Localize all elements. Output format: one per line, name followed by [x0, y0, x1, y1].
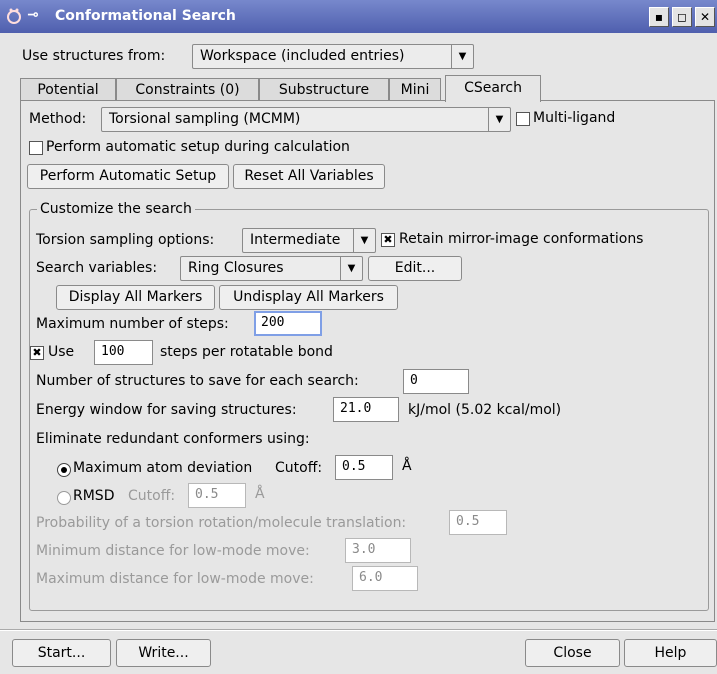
retain-mirror-label: Retain mirror-image conformations	[399, 231, 644, 247]
window-title: Conformational Search	[55, 8, 236, 24]
rmsd-radio[interactable]	[57, 491, 71, 505]
search-variables-value: Ring Closures	[188, 260, 284, 276]
perform-automatic-setup-button[interactable]: Perform Automatic Setup	[27, 164, 229, 189]
chevron-down-icon: ▼	[353, 229, 375, 252]
start-button[interactable]: Start...	[12, 639, 111, 667]
num-structures-label: Number of structures to save for each se…	[36, 373, 359, 389]
retain-mirror-checkbox[interactable]: ✖	[381, 233, 395, 247]
num-structures-input[interactable]: 0	[403, 369, 469, 394]
angstrom-unit: Å	[402, 458, 412, 474]
max-steps-label: Maximum number of steps:	[36, 316, 229, 332]
rmsd-angstrom-unit: Å	[255, 486, 265, 502]
steps-per-bond-label: steps per rotatable bond	[160, 344, 333, 360]
use-structures-value: Workspace (included entries)	[200, 48, 405, 64]
energy-units-label: kJ/mol (5.02 kcal/mol)	[408, 402, 562, 418]
max-distance-input[interactable]: 6.0	[352, 566, 418, 591]
maximize-button[interactable]: ◻	[672, 7, 692, 27]
conformational-search-window: ⊸ Conformational Search ▪ ◻ ✕ Use struct…	[0, 0, 717, 674]
rmsd-label: RMSD	[73, 488, 115, 504]
tab-constraints[interactable]: Constraints (0)	[116, 78, 259, 101]
probability-input[interactable]: 0.5	[449, 510, 507, 535]
auto-setup-checkbox[interactable]	[29, 141, 43, 155]
torsion-sampling-value: Intermediate	[250, 232, 341, 248]
pin-icon[interactable]: ⊸	[27, 7, 39, 23]
chevron-down-icon: ▼	[488, 108, 510, 131]
help-button[interactable]: Help	[624, 639, 717, 667]
search-variables-select[interactable]: Ring Closures ▼	[180, 256, 363, 281]
max-steps-input[interactable]: 200	[254, 311, 322, 336]
probability-label: Probability of a torsion rotation/molecu…	[36, 515, 407, 531]
search-variables-label: Search variables:	[36, 260, 158, 276]
energy-window-input[interactable]: 21.0	[333, 397, 399, 422]
close-button[interactable]: Close	[525, 639, 620, 667]
cutoff-input[interactable]: 0.5	[335, 455, 393, 480]
min-distance-label: Minimum distance for low-mode move:	[36, 543, 310, 559]
title-bar[interactable]: ⊸ Conformational Search ▪ ◻ ✕	[0, 0, 717, 33]
customize-search-title: Customize the search	[37, 201, 195, 217]
max-atom-deviation-radio[interactable]	[57, 463, 71, 477]
chevron-down-icon: ▼	[451, 45, 473, 68]
write-button[interactable]: Write...	[116, 639, 211, 667]
torsion-sampling-select[interactable]: Intermediate ▼	[242, 228, 376, 253]
use-label: Use	[48, 344, 75, 360]
energy-window-label: Energy window for saving structures:	[36, 402, 297, 418]
use-structures-select[interactable]: Workspace (included entries) ▼	[192, 44, 474, 69]
multi-ligand-label: Multi-ligand	[533, 110, 616, 126]
max-atom-deviation-label: Maximum atom deviation	[73, 460, 253, 476]
method-value: Torsional sampling (MCMM)	[109, 111, 301, 127]
method-label: Method:	[29, 111, 87, 127]
tab-mini[interactable]: Mini	[389, 78, 441, 101]
cutoff-label: Cutoff:	[275, 460, 323, 476]
max-distance-label: Maximum distance for low-mode move:	[36, 571, 314, 587]
minimize-button[interactable]: ▪	[649, 7, 669, 27]
rmsd-cutoff-input[interactable]: 0.5	[188, 483, 246, 508]
undisplay-all-markers-button[interactable]: Undisplay All Markers	[219, 285, 398, 310]
steps-per-bond-input[interactable]: 100	[94, 340, 153, 365]
rmsd-cutoff-label: Cutoff:	[128, 488, 176, 504]
use-steps-per-bond-checkbox[interactable]: ✖	[30, 346, 44, 360]
eliminate-redundant-label: Eliminate redundant conformers using:	[36, 431, 310, 447]
tab-substructure[interactable]: Substructure	[259, 78, 389, 101]
edit-button[interactable]: Edit...	[368, 256, 462, 281]
chevron-down-icon: ▼	[340, 257, 362, 280]
auto-setup-label: Perform automatic setup during calculati…	[46, 139, 350, 155]
torsion-sampling-label: Torsion sampling options:	[36, 232, 215, 248]
method-select[interactable]: Torsional sampling (MCMM) ▼	[101, 107, 511, 132]
reset-all-variables-button[interactable]: Reset All Variables	[233, 164, 385, 189]
multi-ligand-checkbox[interactable]	[516, 112, 530, 126]
display-all-markers-button[interactable]: Display All Markers	[56, 285, 215, 310]
footer-divider	[0, 629, 717, 631]
close-window-button[interactable]: ✕	[695, 7, 715, 27]
app-icon	[7, 8, 21, 24]
use-structures-label: Use structures from:	[22, 48, 166, 64]
min-distance-input[interactable]: 3.0	[345, 538, 411, 563]
tab-potential[interactable]: Potential	[20, 78, 116, 101]
tab-csearch[interactable]: CSearch	[445, 75, 541, 102]
